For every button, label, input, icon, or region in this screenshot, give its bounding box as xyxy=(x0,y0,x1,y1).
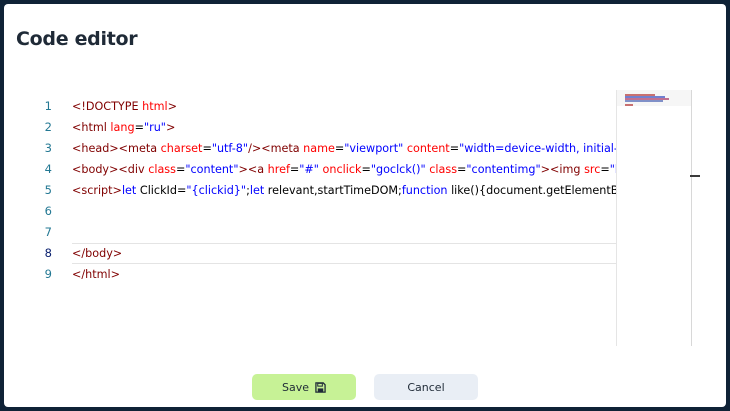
minimap-row xyxy=(625,100,663,102)
save-button[interactable]: Save xyxy=(252,374,356,400)
editor-line[interactable]: 9 </html> xyxy=(20,264,618,285)
line-number: 9 xyxy=(44,267,52,281)
cancel-button-label: Cancel xyxy=(407,380,445,394)
line-code: <script>let ClickId="{clickid}";let rele… xyxy=(72,184,618,197)
line-number: 2 xyxy=(44,120,52,134)
line-number: 6 xyxy=(44,204,52,218)
line-number: 1 xyxy=(44,99,52,113)
code-editor-dialog: Code editor 1 <!DOCTYPE html> 2 <html la… xyxy=(4,4,726,407)
minimap-row xyxy=(625,104,633,106)
line-number: 7 xyxy=(44,225,52,239)
line-code: <html lang="ru"> xyxy=(72,121,176,134)
line-code: </body> xyxy=(72,243,618,264)
line-number: 4 xyxy=(44,162,52,176)
line-number: 5 xyxy=(44,183,52,197)
editor-minimap[interactable] xyxy=(616,90,692,346)
line-code: <body><div class="content"><a href="#" o… xyxy=(72,163,618,176)
editor-line[interactable]: 6 xyxy=(20,201,618,222)
line-code: <head><meta charset="utf-8"/><meta name=… xyxy=(72,142,618,155)
cancel-button[interactable]: Cancel xyxy=(374,374,478,400)
editor-line[interactable]: 7 xyxy=(20,222,618,243)
editor-line-current[interactable]: 8 </body> xyxy=(20,243,618,264)
save-icon xyxy=(315,381,326,393)
editor-line[interactable]: 4 <body><div class="content"><a href="#"… xyxy=(20,159,618,180)
save-button-label: Save xyxy=(281,380,309,394)
line-code: <!DOCTYPE html> xyxy=(72,100,177,113)
line-number: 3 xyxy=(44,141,52,155)
editor-line[interactable]: 2 <html lang="ru"> xyxy=(20,117,618,138)
editor-line[interactable]: 1 <!DOCTYPE html> xyxy=(20,96,618,117)
overview-ruler-cursor xyxy=(690,175,700,177)
editor-line[interactable]: 3 <head><meta charset="utf-8"/><meta nam… xyxy=(20,138,618,159)
code-editor[interactable]: 1 <!DOCTYPE html> 2 <html lang="ru"> 3 <… xyxy=(20,90,618,350)
editor-line[interactable]: 5 <script>let ClickId="{clickid}";let re… xyxy=(20,180,618,201)
line-number: 8 xyxy=(44,246,52,260)
line-code: </html> xyxy=(72,268,121,281)
dialog-title: Code editor xyxy=(16,28,138,50)
